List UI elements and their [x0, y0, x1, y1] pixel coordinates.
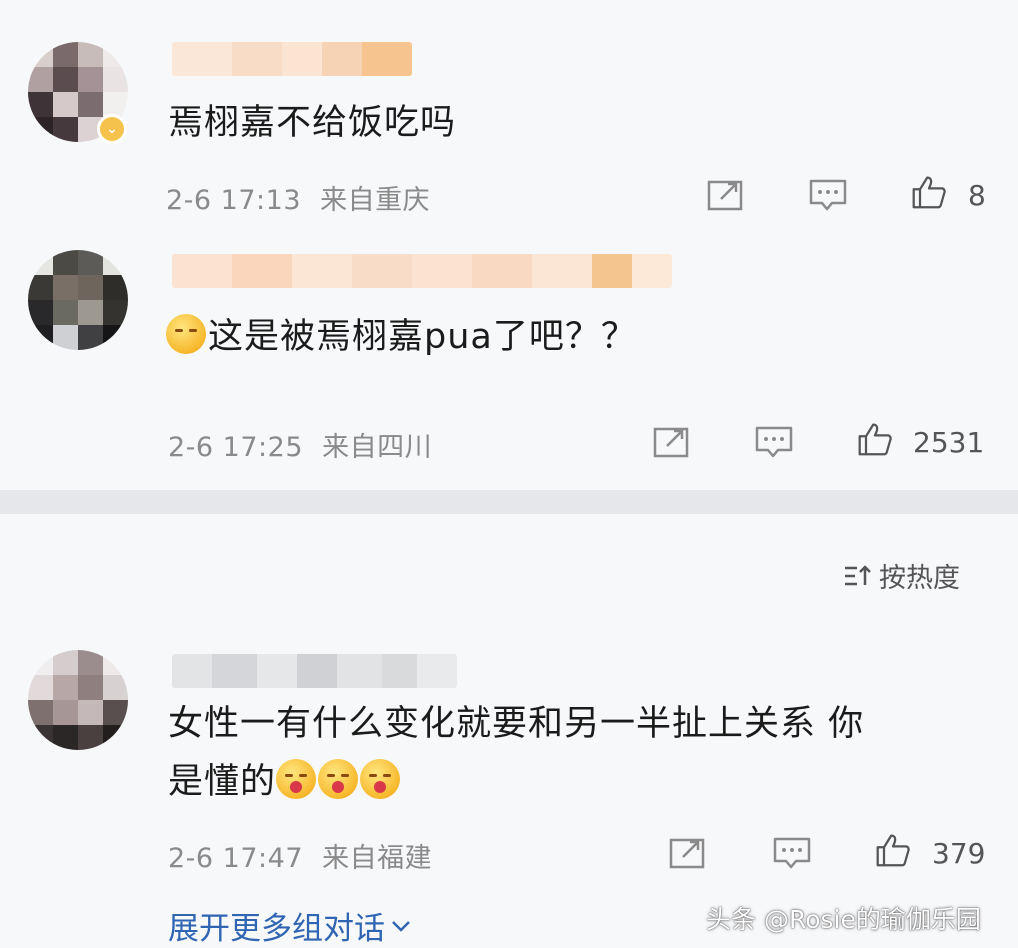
expand-label: 展开更多组对话 — [168, 911, 385, 947]
sort-toggle[interactable]: 按热度 — [843, 556, 960, 595]
like-icon[interactable] — [873, 832, 913, 868]
repost-icon[interactable] — [668, 835, 708, 871]
expand-more-link[interactable]: 展开更多组对话 — [168, 903, 413, 948]
like-count: 379 — [932, 837, 986, 870]
comment-location: 来自四川 — [322, 432, 433, 463]
like-icon[interactable] — [909, 174, 949, 210]
sort-icon — [845, 564, 871, 585]
like-count: 2531 — [913, 426, 985, 459]
comment-text: 焉栩嘉不给饭吃吗 — [168, 103, 457, 143]
like-count: 8 — [968, 179, 986, 212]
emoji-icon — [166, 314, 206, 354]
comment-text-body: 是懂的 — [168, 762, 277, 802]
comment-text: 这是被焉栩嘉pua了吧？？ — [166, 308, 637, 366]
username[interactable] — [172, 654, 457, 688]
chevron-down-icon — [392, 920, 410, 932]
comment-meta: 2-6 17:25 来自四川 — [168, 425, 432, 464]
avatar[interactable] — [28, 650, 128, 750]
sort-label: 按热度 — [879, 563, 960, 594]
comment-text: 女性一有什么变化就要和另一半扯上关系 你 是懂的 — [168, 695, 864, 811]
comment-meta: 2-6 17:13 来自重庆 — [166, 178, 430, 217]
emoji-icon — [360, 759, 401, 799]
repost-icon[interactable] — [706, 177, 746, 213]
comment-text-line: 是懂的 — [168, 753, 864, 811]
username[interactable] — [172, 254, 672, 288]
avatar[interactable] — [28, 250, 128, 350]
comment-location: 来自福建 — [322, 843, 433, 874]
comment-text-body: 这是被焉栩嘉pua了吧？？ — [208, 317, 637, 357]
like-icon[interactable] — [855, 421, 895, 457]
comment-icon[interactable] — [754, 424, 794, 460]
comment-date: 2-6 17:25 — [168, 432, 303, 463]
vip-badge-icon: ⌄ — [97, 114, 127, 144]
comment-location: 来自重庆 — [320, 185, 431, 216]
watermark: 头条 @Rosie的瑜伽乐园 — [706, 905, 981, 934]
emoji-icon — [276, 759, 317, 799]
comment-date: 2-6 17:47 — [168, 843, 303, 874]
comment-icon[interactable] — [772, 835, 812, 871]
comment-icon[interactable] — [808, 177, 848, 213]
comment-date: 2-6 17:13 — [166, 185, 301, 216]
comment-meta: 2-6 17:47 来自福建 — [168, 836, 432, 875]
repost-icon[interactable] — [652, 424, 692, 460]
emoji-icon — [318, 759, 359, 799]
comment-text-line: 女性一有什么变化就要和另一半扯上关系 你 — [168, 704, 865, 744]
username[interactable] — [172, 42, 412, 76]
section-divider — [0, 490, 1018, 514]
